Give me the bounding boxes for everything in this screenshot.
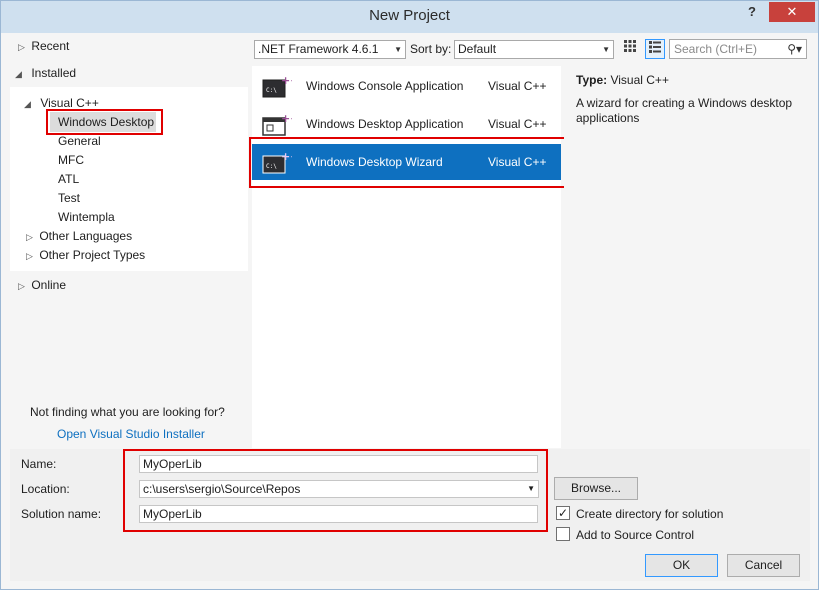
tree-item-installed[interactable]: ◢ Installed: [15, 64, 76, 82]
desktop-app-icon: ++: [262, 112, 299, 136]
title-bar: New Project ? ✕: [1, 1, 818, 33]
tree-item-other-languages[interactable]: ▷ Other Languages: [26, 227, 132, 245]
search-icon[interactable]: ⚲▾: [787, 40, 802, 58]
description-pane: Type: Visual C++ A wizard for creating a…: [564, 66, 810, 448]
close-button[interactable]: ✕: [769, 2, 815, 22]
template-language: Visual C++: [488, 79, 547, 93]
sort-by-label: Sort by:: [410, 42, 452, 56]
svg-text:++: ++: [281, 112, 292, 125]
create-directory-label: Create directory for solution: [576, 507, 724, 521]
expand-arrow-icon[interactable]: ▷: [26, 228, 36, 246]
help-button[interactable]: ?: [743, 4, 761, 22]
browse-button[interactable]: Browse...: [554, 477, 638, 500]
tree-item-atl[interactable]: ATL: [58, 170, 79, 188]
template-name: Windows Console Application: [306, 79, 464, 93]
tree-item-label: Other Project Types: [39, 248, 146, 262]
type-label: Type:: [576, 73, 608, 87]
open-installer-link[interactable]: Open Visual Studio Installer: [57, 427, 205, 441]
collapse-arrow-icon[interactable]: ◢: [24, 95, 34, 113]
sort-dropdown[interactable]: Default ▼: [454, 40, 614, 59]
template-row-console[interactable]: C:\ ++ Windows Console Application Visua…: [252, 68, 561, 104]
tree-item-wintempla[interactable]: Wintempla: [58, 208, 115, 226]
ok-button[interactable]: OK: [645, 554, 718, 577]
dropdown-arrow-icon: ▼: [394, 45, 402, 54]
source-control-checkbox[interactable]: [556, 527, 570, 541]
small-icons-view-icon[interactable]: [620, 39, 640, 59]
search-input[interactable]: Search (Ctrl+E) ⚲▾: [669, 39, 807, 59]
tree-item-online[interactable]: ▷ Online: [18, 276, 66, 294]
solution-name-label: Solution name:: [21, 507, 102, 521]
search-placeholder: Search (Ctrl+E): [674, 42, 758, 56]
template-list: C:\ ++ Windows Console Application Visua…: [252, 66, 561, 448]
expand-arrow-icon[interactable]: ▷: [18, 277, 28, 295]
tree-item-label: Online: [31, 278, 67, 292]
create-directory-checkbox[interactable]: ✓: [556, 506, 570, 520]
dialog-title: New Project: [369, 7, 450, 24]
list-view-icon[interactable]: [645, 39, 665, 59]
tree-item-recent[interactable]: ▷ Recent: [18, 37, 69, 55]
description-text: A wizard for creating a Windows desktop …: [576, 96, 793, 125]
template-language: Visual C++: [488, 117, 547, 131]
tree-item-label: Visual C++: [40, 96, 99, 110]
source-control-label: Add to Source Control: [576, 528, 695, 542]
svg-text:C:\: C:\: [266, 87, 277, 94]
svg-text:++: ++: [281, 74, 292, 87]
highlight-box-tree: [46, 109, 163, 135]
tree-item-label: Other Languages: [39, 229, 133, 243]
highlight-box-form: [123, 449, 548, 532]
console-app-icon: C:\ ++: [262, 74, 299, 98]
type-value: Visual C++: [610, 73, 669, 87]
framework-dropdown[interactable]: .NET Framework 4.6.1 ▼: [254, 40, 406, 59]
dropdown-arrow-icon: ▼: [602, 45, 610, 54]
cancel-button[interactable]: Cancel: [727, 554, 800, 577]
tree-item-label: Installed: [31, 66, 77, 80]
tree-item-mfc[interactable]: MFC: [58, 151, 84, 169]
sort-value: Default: [458, 42, 497, 56]
tree-item-label: Recent: [31, 39, 70, 53]
not-finding-text: Not finding what you are looking for?: [30, 405, 225, 419]
tree-item-other-project-types[interactable]: ▷ Other Project Types: [26, 246, 145, 264]
new-project-dialog: New Project ? ✕ ▷ Recent ◢ Installed ◢ V…: [0, 0, 819, 590]
type-line: Type: Visual C++: [576, 73, 669, 87]
collapse-arrow-icon[interactable]: ◢: [15, 65, 25, 83]
framework-value: .NET Framework 4.6.1: [258, 42, 379, 56]
location-label: Location:: [21, 482, 70, 496]
template-name: Windows Desktop Application: [306, 117, 464, 131]
tree-item-test[interactable]: Test: [58, 189, 80, 207]
expand-arrow-icon[interactable]: ▷: [18, 38, 28, 56]
highlight-box-template: [249, 137, 570, 188]
name-label: Name:: [21, 457, 57, 471]
expand-arrow-icon[interactable]: ▷: [26, 247, 36, 265]
